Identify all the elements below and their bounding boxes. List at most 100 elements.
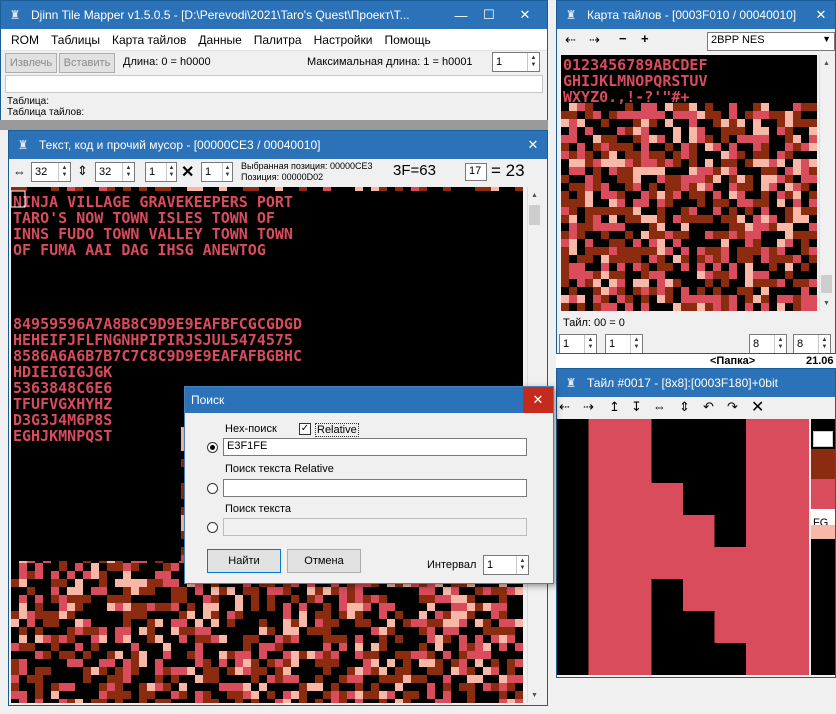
format-select[interactable]: 2BPP NES ▼ bbox=[707, 32, 835, 51]
spin-arrows-icon[interactable]: ▲ ▼ bbox=[516, 556, 528, 574]
tile-pixel bbox=[620, 483, 652, 516]
spin-arrows-icon[interactable]: ▲ ▼ bbox=[527, 53, 539, 71]
tilemap-spinner-d[interactable]: 8 ▲ ▼ bbox=[793, 334, 831, 353]
relative-checkbox-label[interactable]: Relative bbox=[315, 423, 359, 437]
close-icon[interactable]: ✕ bbox=[503, 4, 547, 26]
tile-pixel bbox=[714, 611, 747, 644]
menu-tilemap[interactable]: Карта тайлов bbox=[106, 33, 192, 47]
text-titlebar[interactable]: ♜ Текст, код и прочий мусор - [00000CE3 … bbox=[9, 131, 547, 159]
scroll-thumb[interactable] bbox=[529, 205, 540, 225]
hex-search-input[interactable]: E3F1FE bbox=[223, 438, 527, 456]
tilemap-spinner-c[interactable]: 8 ▲ ▼ bbox=[749, 334, 787, 353]
shift-up-icon[interactable]: ↥ bbox=[609, 399, 620, 415]
tile-titlebar[interactable]: ♜ Тайл #0017 - [8x8]:[0003F180]+0bit bbox=[557, 369, 835, 397]
tile-status: Тайл: 00 = 0 bbox=[563, 317, 625, 329]
tile-pixel bbox=[620, 611, 652, 644]
maximize-icon[interactable]: ☐ bbox=[475, 4, 503, 26]
scroll-down-icon[interactable]: ▼ bbox=[528, 687, 541, 703]
tile-pixel bbox=[620, 547, 652, 580]
find-button[interactable]: Найти bbox=[207, 549, 281, 573]
width-arrows-icon[interactable]: ⇔ bbox=[13, 164, 26, 179]
spin-arrows-icon[interactable]: ▲ ▼ bbox=[166, 163, 176, 181]
tilemap-titlebar[interactable]: ♜ Карта тайлов - [0003F010 / 00040010] ✕ bbox=[557, 1, 835, 29]
main-text-area[interactable] bbox=[5, 75, 543, 93]
tile-table-label: Таблица тайлов: bbox=[7, 107, 85, 118]
tile-pixel bbox=[683, 547, 715, 580]
tile-pixel bbox=[588, 547, 621, 580]
scale-y-spinner[interactable]: 1 ▲ ▼ bbox=[201, 162, 233, 182]
text-relative-radio[interactable] bbox=[207, 483, 218, 494]
interval-spinner[interactable]: 1 ▲ ▼ bbox=[483, 555, 529, 575]
text-search-input[interactable] bbox=[223, 518, 527, 536]
insert-button[interactable]: Вставить bbox=[59, 53, 115, 73]
tile-pixel bbox=[651, 419, 684, 452]
menu-rom[interactable]: ROM bbox=[5, 33, 45, 47]
tile-pixel bbox=[557, 579, 589, 612]
spin-arrows-icon[interactable]: ▲ ▼ bbox=[122, 163, 134, 181]
spin-arrows-icon[interactable]: ▲ ▼ bbox=[58, 163, 70, 181]
close-icon[interactable]: ✕ bbox=[523, 387, 553, 413]
menu-palette[interactable]: Палитра bbox=[248, 33, 308, 47]
table-label: Таблица: bbox=[7, 96, 49, 107]
palette-color-1[interactable] bbox=[813, 431, 833, 447]
close-icon[interactable]: ✕ bbox=[807, 4, 835, 26]
palette-color-2[interactable] bbox=[811, 449, 835, 479]
menu-data[interactable]: Данные bbox=[192, 33, 247, 47]
chevron-down-icon[interactable]: ▼ bbox=[822, 34, 831, 44]
menu-tables[interactable]: Таблицы bbox=[45, 33, 106, 47]
scale-x-spinner[interactable]: 1 ▲ ▼ bbox=[145, 162, 177, 182]
main-titlebar[interactable]: ♜ Djinn Tile Mapper v1.5.0.5 - [D:\Perev… bbox=[1, 1, 547, 29]
text-relative-input[interactable] bbox=[223, 479, 527, 497]
menu-help[interactable]: Помощь bbox=[378, 33, 436, 47]
minimize-icon[interactable]: — bbox=[447, 4, 475, 26]
max-length-spinner[interactable]: 1 ▲ ▼ bbox=[492, 52, 540, 72]
shift-left-icon[interactable]: ⇠ bbox=[559, 399, 570, 415]
clear-icon[interactable]: ✕ bbox=[751, 397, 764, 417]
hex-readout: 3F=63 bbox=[393, 162, 436, 179]
spin-arrows-icon[interactable]: ▲ ▼ bbox=[584, 335, 596, 353]
text-search-radio[interactable] bbox=[207, 522, 218, 533]
palette-color-4[interactable] bbox=[811, 525, 835, 539]
scroll-thumb[interactable] bbox=[821, 275, 832, 293]
rotate-left-icon[interactable]: ↶ bbox=[703, 399, 714, 415]
scroll-down-icon[interactable]: ▼ bbox=[820, 295, 833, 311]
close-icon[interactable]: ✕ bbox=[519, 134, 547, 156]
tilemap-view[interactable]: 0123456789ABCDEF GHIJKLMNOPQRSTUV WXYZ0.,!… bbox=[561, 55, 817, 311]
flip-vertical-icon[interactable]: ⇕ bbox=[679, 399, 690, 415]
search-titlebar[interactable]: Поиск ✕ bbox=[185, 387, 553, 413]
menu-settings[interactable]: Настройки bbox=[308, 33, 379, 47]
palette-color-3[interactable] bbox=[811, 479, 835, 509]
tilemap-scrollbar[interactable]: ▲ ▼ bbox=[819, 55, 833, 311]
plus-icon[interactable]: + bbox=[641, 31, 649, 46]
behind-value-label: 21.06 bbox=[806, 355, 834, 367]
spinner-c-value: 8 bbox=[753, 338, 760, 350]
shift-down-icon[interactable]: ↧ bbox=[631, 399, 642, 415]
tile-pixel bbox=[777, 483, 809, 516]
height-spinner[interactable]: 32 ▲ ▼ bbox=[95, 162, 135, 182]
app-icon: ♜ bbox=[17, 138, 29, 152]
tilemap-spinner-b[interactable]: 1 ▲ ▼ bbox=[605, 334, 643, 353]
rotate-right-icon[interactable]: ↷ bbox=[727, 399, 738, 415]
arrow-right-icon[interactable]: ⇢ bbox=[589, 32, 600, 48]
flip-horizontal-icon[interactable]: ⇔ bbox=[653, 399, 666, 414]
scroll-up-icon[interactable]: ▲ bbox=[820, 55, 833, 71]
cancel-button[interactable]: Отмена bbox=[287, 549, 361, 573]
relative-checkbox[interactable]: ✓ bbox=[299, 423, 311, 435]
minus-icon[interactable]: − bbox=[619, 31, 627, 46]
spin-arrows-icon[interactable]: ▲ ▼ bbox=[818, 335, 830, 353]
value-input[interactable]: 17 bbox=[465, 163, 487, 181]
hex-search-radio[interactable] bbox=[207, 442, 218, 453]
tile-editor-canvas[interactable] bbox=[557, 419, 809, 675]
extract-button[interactable]: Извлечь bbox=[5, 53, 57, 73]
tile-pixel bbox=[777, 419, 809, 452]
tilemap-spinner-a[interactable]: 1 ▲ ▼ bbox=[559, 334, 597, 353]
arrow-left-icon[interactable]: ⇠ bbox=[565, 32, 576, 48]
tile-pixel bbox=[588, 515, 621, 548]
height-arrows-icon[interactable]: ⇕ bbox=[77, 163, 88, 179]
shift-right-icon[interactable]: ⇢ bbox=[583, 399, 594, 415]
spin-arrows-icon[interactable]: ▲ ▼ bbox=[774, 335, 786, 353]
width-spinner[interactable]: 32 ▲ ▼ bbox=[31, 162, 71, 182]
spin-arrows-icon[interactable]: ▲ ▼ bbox=[222, 163, 232, 181]
spin-arrows-icon[interactable]: ▲ ▼ bbox=[630, 335, 642, 353]
scroll-up-icon[interactable]: ▲ bbox=[528, 187, 541, 203]
